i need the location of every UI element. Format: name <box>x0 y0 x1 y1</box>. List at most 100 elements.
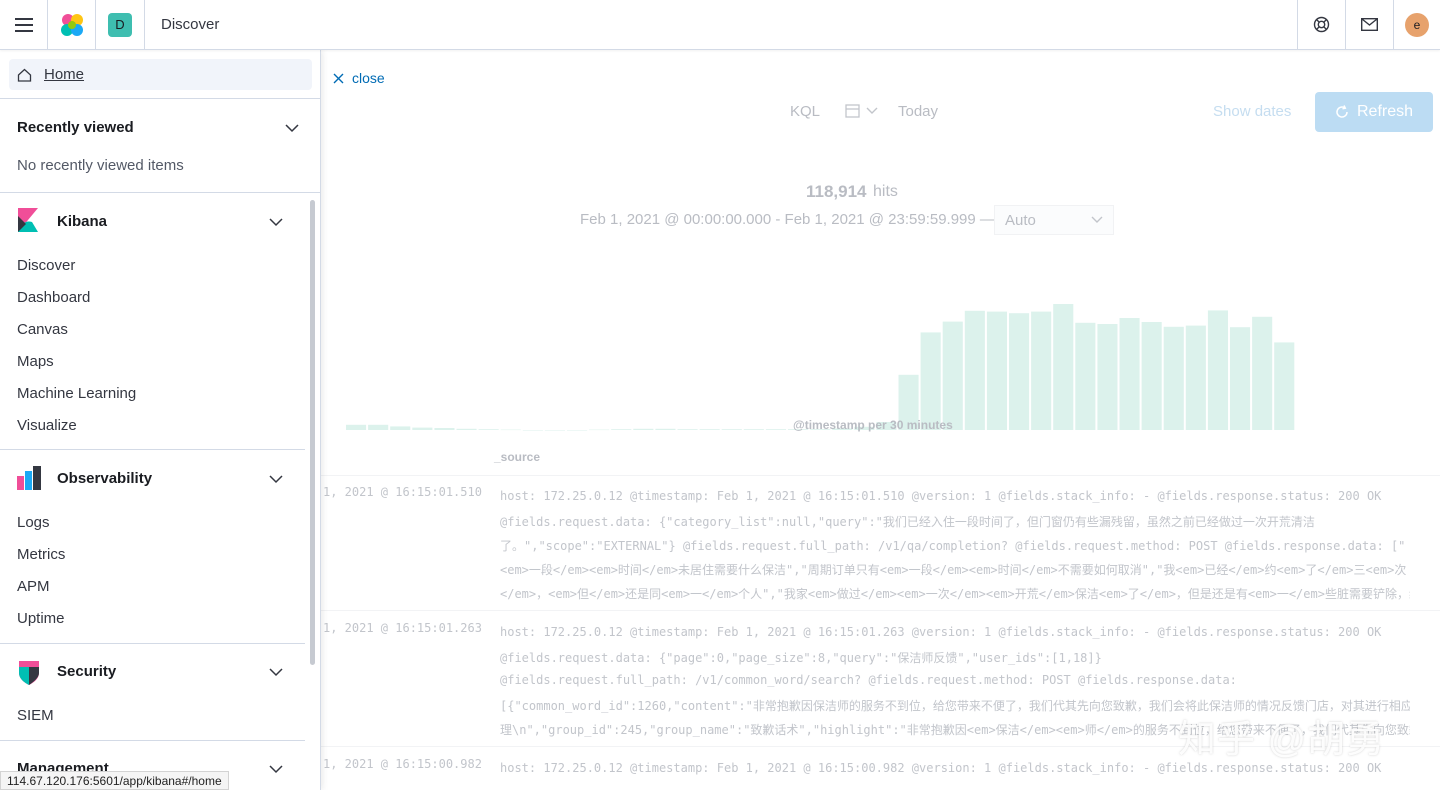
refresh-label: Refresh <box>1356 103 1414 120</box>
chevron-down-icon[interactable] <box>269 472 283 486</box>
histogram-bar[interactable] <box>1230 327 1251 430</box>
row-source-line: 了。","scope":"EXTERNAL"} @fields.request.… <box>500 539 1406 553</box>
recently-viewed-title[interactable]: Recently viewed <box>17 119 134 136</box>
histogram-bar[interactable] <box>1009 313 1030 430</box>
row-source-line: @fields.request.data: {"category_list":n… <box>500 515 1315 529</box>
row-source-line: </em>，<em>但</em>还是同<em>一</em>个人","我家<em>… <box>500 587 1410 601</box>
observability-logo-icon <box>17 466 41 490</box>
nav-home-link[interactable]: Home <box>9 59 312 90</box>
histogram-bar[interactable] <box>721 429 742 430</box>
hits-count: 118,914 <box>806 182 867 201</box>
menu-button[interactable] <box>0 0 48 49</box>
kibana-logo-icon <box>18 208 38 232</box>
refresh-icon <box>1336 105 1348 118</box>
nav-group-observability[interactable]: Observability <box>57 470 152 487</box>
mail-icon <box>1361 18 1378 31</box>
histogram-bar[interactable] <box>1119 318 1140 430</box>
histogram-bar[interactable] <box>390 426 411 430</box>
histogram-chart: 00:0003:0006:0009:0012:0015:0018:0021:00 <box>346 304 1295 431</box>
refresh-button[interactable]: Refresh <box>1315 92 1433 132</box>
hits-label: hits <box>873 183 898 200</box>
histogram-bar[interactable] <box>1207 310 1228 430</box>
user-menu-button[interactable]: e <box>1393 0 1440 49</box>
chevron-down-icon[interactable] <box>285 121 299 135</box>
histogram-bar[interactable] <box>412 427 433 430</box>
home-label: Home <box>44 66 85 83</box>
histogram-bar[interactable] <box>1097 324 1118 430</box>
chevron-down-icon <box>866 107 878 114</box>
histogram-bar[interactable] <box>567 430 588 431</box>
histogram-bar[interactable] <box>699 429 720 430</box>
histogram-bar[interactable] <box>1252 316 1273 430</box>
nav-item-canvas[interactable]: Canvas <box>17 321 68 338</box>
histogram-bar[interactable] <box>655 428 676 430</box>
newsfeed-button[interactable] <box>1345 0 1393 49</box>
histogram-bar[interactable] <box>986 311 1007 430</box>
histogram-bar[interactable] <box>1185 325 1206 430</box>
chevron-down-icon[interactable] <box>269 215 283 229</box>
nav-item-logs[interactable]: Logs <box>17 514 50 531</box>
show-dates-link[interactable]: Show dates <box>1213 103 1291 120</box>
row-source-line: host: 172.25.0.12 @timestamp: Feb 1, 202… <box>500 625 1382 639</box>
security-logo-icon <box>19 661 39 685</box>
histogram-bar[interactable] <box>964 310 985 430</box>
histogram-bar[interactable] <box>478 429 499 430</box>
help-lifebuoy-icon <box>1313 16 1330 33</box>
histogram-bar[interactable] <box>368 424 389 430</box>
histogram-bar[interactable] <box>434 428 455 430</box>
space-badge: D <box>108 12 132 37</box>
histogram-bar[interactable] <box>677 429 698 430</box>
hamburger-icon <box>14 17 33 32</box>
nav-scrollbar[interactable] <box>310 200 315 665</box>
nav-item-discover[interactable]: Discover <box>17 257 75 274</box>
date-quick-menu[interactable] <box>845 103 878 118</box>
divider <box>0 643 305 644</box>
row-timestamp: 1, 2021 @ 16:15:00.982 <box>323 757 482 771</box>
elastic-logo-icon <box>60 13 83 36</box>
nav-item-apm[interactable]: APM <box>17 578 50 595</box>
histogram-bar[interactable] <box>456 428 477 430</box>
histogram-bar[interactable] <box>920 332 941 430</box>
histogram-bar[interactable] <box>1141 322 1162 430</box>
recently-viewed-empty: No recently viewed items <box>17 157 184 174</box>
histogram-bar[interactable] <box>522 430 543 431</box>
row-timestamp: 1, 2021 @ 16:15:01.510 <box>323 485 482 499</box>
histogram-bar[interactable] <box>611 429 632 430</box>
nav-item-machine-learning[interactable]: Machine Learning <box>17 385 136 402</box>
nav-group-security[interactable]: Security <box>57 663 116 680</box>
nav-item-uptime[interactable]: Uptime <box>17 610 65 627</box>
date-range-label[interactable]: Today <box>898 103 938 120</box>
histogram-bar[interactable] <box>633 428 654 430</box>
time-range-text: Feb 1, 2021 @ 00:00:00.000 - Feb 1, 2021… <box>580 211 995 228</box>
nav-group-kibana[interactable]: Kibana <box>57 213 107 230</box>
browser-status-url: 114.67.120.176:5601/app/kibana#/home <box>0 771 229 790</box>
nav-item-maps[interactable]: Maps <box>17 353 54 370</box>
chevron-down-icon[interactable] <box>269 665 283 679</box>
space-selector[interactable]: D <box>96 0 145 49</box>
histogram-bar[interactable] <box>1274 342 1295 430</box>
histogram-bar[interactable] <box>1053 304 1074 430</box>
histogram-bar[interactable] <box>544 430 565 431</box>
help-button[interactable] <box>1297 0 1345 49</box>
top-header: D Discover e <box>0 0 1440 50</box>
histogram-bar[interactable] <box>1031 311 1052 430</box>
histogram-bar[interactable] <box>1075 322 1096 430</box>
nav-item-dashboard[interactable]: Dashboard <box>17 289 90 306</box>
divider <box>0 740 305 741</box>
nav-item-siem[interactable]: SIEM <box>17 707 54 724</box>
histogram-bar[interactable] <box>1163 326 1184 430</box>
histogram-bar[interactable] <box>346 424 367 430</box>
histogram-bar[interactable] <box>942 321 963 430</box>
interval-value: Auto <box>1005 211 1036 229</box>
histogram-bar[interactable] <box>500 429 521 431</box>
histogram-bar[interactable] <box>589 429 610 431</box>
interval-select[interactable]: Auto <box>994 205 1114 235</box>
chevron-down-icon[interactable] <box>269 762 283 776</box>
nav-item-visualize[interactable]: Visualize <box>17 417 77 434</box>
elastic-logo-link[interactable] <box>48 0 96 49</box>
close-nav-button[interactable]: close <box>333 70 385 86</box>
nav-item-metrics[interactable]: Metrics <box>17 546 65 563</box>
query-language-toggle[interactable]: KQL <box>790 103 820 120</box>
histogram-bar[interactable] <box>765 429 786 430</box>
histogram-bar[interactable] <box>743 429 764 430</box>
